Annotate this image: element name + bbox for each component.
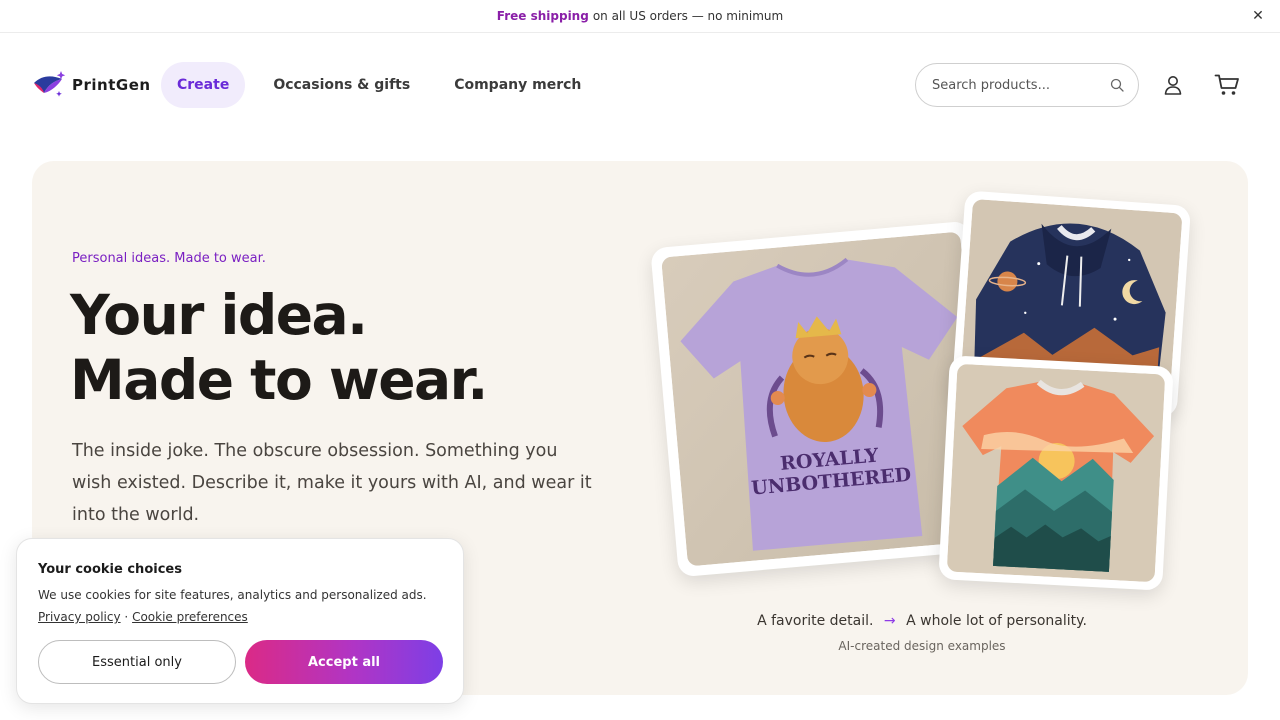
nav-create[interactable]: Create bbox=[161, 62, 246, 108]
promo-highlight: Free shipping bbox=[496, 9, 589, 23]
nav-company-merch[interactable]: Company merch bbox=[438, 62, 597, 108]
site-header: PrintGen Create Occasions & gifts Compan… bbox=[0, 33, 1280, 137]
promo-bar: Free shipping on all US orders — no mini… bbox=[0, 0, 1280, 33]
brand-name: PrintGen bbox=[72, 76, 151, 94]
cookie-text-block: We use cookies for site features, analyt… bbox=[38, 584, 448, 628]
promo-text: on all US orders — no minimum bbox=[592, 9, 784, 23]
caption-left: A favorite detail. bbox=[757, 613, 874, 629]
search-box bbox=[915, 63, 1139, 107]
hero-eyebrow: Personal ideas. Made to wear. bbox=[72, 251, 266, 266]
hero-headline-line1: Your idea. bbox=[70, 283, 368, 347]
arrow-right-icon: → bbox=[883, 613, 896, 629]
hero-caption: A favorite detail. → A whole lot of pers… bbox=[672, 613, 1172, 629]
close-icon[interactable]: ✕ bbox=[1250, 8, 1266, 24]
logo-mark-icon bbox=[34, 71, 66, 97]
cart-icon[interactable] bbox=[1214, 73, 1240, 97]
nav-occasions-gifts[interactable]: Occasions & gifts bbox=[257, 62, 426, 108]
essential-only-button[interactable]: Essential only bbox=[38, 640, 236, 684]
brand-logo[interactable]: PrintGen bbox=[32, 69, 151, 101]
hero-headline-line2: Made to wear. bbox=[70, 348, 488, 412]
accept-all-button[interactable]: Accept all bbox=[245, 640, 443, 684]
hero-body: The inside joke. The obscure obsession. … bbox=[72, 441, 592, 525]
cookie-preferences-link[interactable]: Cookie preferences bbox=[132, 610, 248, 624]
main-nav: Create Occasions & gifts Company merch bbox=[161, 62, 609, 108]
caption-right: A whole lot of personality. bbox=[906, 613, 1087, 629]
cookie-title: Your cookie choices bbox=[38, 562, 182, 577]
hero-subcaption: AI-created design examples bbox=[838, 639, 1006, 653]
privacy-policy-link[interactable]: Privacy policy bbox=[38, 610, 121, 624]
cookie-text: We use cookies for site features, analyt… bbox=[38, 588, 427, 602]
account-icon[interactable] bbox=[1162, 74, 1184, 96]
search-input[interactable] bbox=[932, 77, 1102, 93]
cookie-banner: Your cookie choices We use cookies for s… bbox=[16, 538, 464, 704]
hero-headline: Your idea. Made to wear. bbox=[70, 283, 488, 413]
cookie-separator: · bbox=[124, 610, 129, 624]
search-icon[interactable] bbox=[1110, 78, 1124, 92]
tshirt-mountains-photo bbox=[938, 355, 1174, 591]
